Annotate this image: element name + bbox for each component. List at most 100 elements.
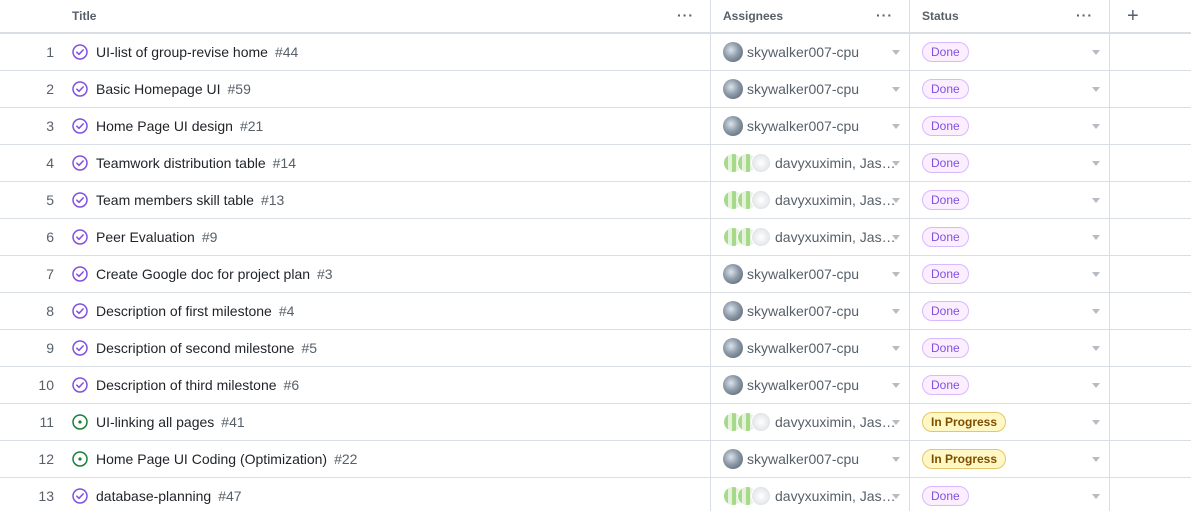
title-cell[interactable]: Home Page UI Coding (Optimization) #22: [70, 441, 711, 477]
status-cell[interactable]: Done: [910, 108, 1110, 144]
issue-number[interactable]: #5: [301, 340, 317, 356]
title-cell[interactable]: Home Page UI design #21: [70, 108, 711, 144]
chevron-down-icon[interactable]: [892, 494, 900, 499]
table-row[interactable]: 4 Teamwork distribution table #14 davyxuxim…: [0, 145, 1191, 182]
plus-icon[interactable]: +: [1110, 5, 1191, 28]
assignees-cell[interactable]: davyxuximin, Jases...: [711, 182, 910, 218]
chevron-down-icon[interactable]: [1092, 457, 1100, 462]
chevron-down-icon[interactable]: [1092, 50, 1100, 55]
assignees-cell[interactable]: skywalker007-cpu: [711, 367, 910, 403]
issue-title-link[interactable]: Description of third milestone: [96, 377, 277, 393]
chevron-down-icon[interactable]: [892, 198, 900, 203]
issue-number[interactable]: #14: [273, 155, 296, 171]
title-cell[interactable]: UI-linking all pages #41: [70, 404, 711, 440]
title-cell[interactable]: Description of first milestone #4: [70, 293, 711, 329]
table-row[interactable]: 5 Team members skill table #13 davyxuximin,…: [0, 182, 1191, 219]
table-row[interactable]: 10 Description of third milestone #6 skywal…: [0, 367, 1191, 404]
assignees-column-menu-icon[interactable]: ···: [876, 8, 893, 22]
status-cell[interactable]: Done: [910, 478, 1110, 511]
assignees-cell[interactable]: davyxuximin, Jases...: [711, 145, 910, 181]
table-row[interactable]: 13 database-planning #47 davyxuximin, Jases…: [0, 478, 1191, 511]
chevron-down-icon[interactable]: [1092, 346, 1100, 351]
status-cell[interactable]: Done: [910, 71, 1110, 107]
table-row[interactable]: 11 UI-linking all pages #41 davyxuximin, Ja…: [0, 404, 1191, 441]
issue-number[interactable]: #9: [202, 229, 218, 245]
title-cell[interactable]: UI-list of group-revise home #44: [70, 34, 711, 70]
table-row[interactable]: 1 UI-list of group-revise home #44 skywalke…: [0, 34, 1191, 71]
issue-title-link[interactable]: UI-list of group-revise home: [96, 44, 268, 60]
status-cell[interactable]: Done: [910, 256, 1110, 292]
assignees-cell[interactable]: skywalker007-cpu: [711, 330, 910, 366]
title-cell[interactable]: Description of second milestone #5: [70, 330, 711, 366]
status-cell[interactable]: Done: [910, 34, 1110, 70]
chevron-down-icon[interactable]: [1092, 494, 1100, 499]
issue-number[interactable]: #59: [228, 81, 251, 97]
chevron-down-icon[interactable]: [1092, 272, 1100, 277]
chevron-down-icon[interactable]: [892, 50, 900, 55]
assignees-cell[interactable]: skywalker007-cpu: [711, 108, 910, 144]
assignees-cell[interactable]: skywalker007-cpu: [711, 71, 910, 107]
issue-title-link[interactable]: Teamwork distribution table: [96, 155, 266, 171]
assignees-cell[interactable]: skywalker007-cpu: [711, 34, 910, 70]
title-column-menu-icon[interactable]: ···: [677, 8, 694, 22]
title-cell[interactable]: Basic Homepage UI #59: [70, 71, 711, 107]
issue-number[interactable]: #3: [317, 266, 333, 282]
issue-number[interactable]: #13: [261, 192, 284, 208]
issue-number[interactable]: #22: [334, 451, 357, 467]
issue-title-link[interactable]: Peer Evaluation: [96, 229, 195, 245]
issue-number[interactable]: #6: [284, 377, 300, 393]
issue-number[interactable]: #47: [218, 488, 241, 504]
issue-title-link[interactable]: Description of second milestone: [96, 340, 294, 356]
status-cell[interactable]: In Progress: [910, 441, 1110, 477]
issue-title-link[interactable]: Team members skill table: [96, 192, 254, 208]
status-cell[interactable]: Done: [910, 219, 1110, 255]
status-column-menu-icon[interactable]: ···: [1076, 8, 1093, 22]
status-cell[interactable]: Done: [910, 367, 1110, 403]
issue-title-link[interactable]: Home Page UI Coding (Optimization): [96, 451, 327, 467]
table-row[interactable]: 8 Description of first milestone #4 skywalk…: [0, 293, 1191, 330]
assignees-cell[interactable]: davyxuximin, Jases...: [711, 478, 910, 511]
assignees-cell[interactable]: skywalker007-cpu: [711, 293, 910, 329]
chevron-down-icon[interactable]: [892, 309, 900, 314]
chevron-down-icon[interactable]: [892, 87, 900, 92]
table-row[interactable]: 12 Home Page UI Coding (Optimization) #22 s…: [0, 441, 1191, 478]
assignees-cell[interactable]: davyxuximin, Jases...: [711, 404, 910, 440]
chevron-down-icon[interactable]: [892, 457, 900, 462]
assignees-column-header[interactable]: Assignees ···: [711, 0, 910, 32]
issue-title-link[interactable]: Basic Homepage UI: [96, 81, 221, 97]
status-cell[interactable]: Done: [910, 330, 1110, 366]
chevron-down-icon[interactable]: [892, 161, 900, 166]
chevron-down-icon[interactable]: [1092, 124, 1100, 129]
issue-number[interactable]: #44: [275, 44, 298, 60]
issue-number[interactable]: #4: [279, 303, 295, 319]
status-cell[interactable]: In Progress: [910, 404, 1110, 440]
table-row[interactable]: 3 Home Page UI design #21 skywalker007-cpu D…: [0, 108, 1191, 145]
status-cell[interactable]: Done: [910, 293, 1110, 329]
table-row[interactable]: 7 Create Google doc for project plan #3 sky…: [0, 256, 1191, 293]
chevron-down-icon[interactable]: [1092, 87, 1100, 92]
table-row[interactable]: 6 Peer Evaluation #9 davyxuximin, Jases... D…: [0, 219, 1191, 256]
chevron-down-icon[interactable]: [892, 235, 900, 240]
chevron-down-icon[interactable]: [892, 346, 900, 351]
issue-title-link[interactable]: Description of first milestone: [96, 303, 272, 319]
chevron-down-icon[interactable]: [892, 272, 900, 277]
add-column-button[interactable]: +: [1110, 0, 1191, 32]
title-cell[interactable]: Description of third milestone #6: [70, 367, 711, 403]
chevron-down-icon[interactable]: [1092, 161, 1100, 166]
issue-number[interactable]: #21: [240, 118, 263, 134]
title-column-header[interactable]: Title ···: [70, 0, 711, 32]
assignees-cell[interactable]: skywalker007-cpu: [711, 441, 910, 477]
title-cell[interactable]: Teamwork distribution table #14: [70, 145, 711, 181]
assignees-cell[interactable]: skywalker007-cpu: [711, 256, 910, 292]
issue-title-link[interactable]: Home Page UI design: [96, 118, 233, 134]
issue-number[interactable]: #41: [221, 414, 244, 430]
status-cell[interactable]: Done: [910, 182, 1110, 218]
issue-title-link[interactable]: UI-linking all pages: [96, 414, 214, 430]
chevron-down-icon[interactable]: [1092, 235, 1100, 240]
chevron-down-icon[interactable]: [1092, 383, 1100, 388]
chevron-down-icon[interactable]: [892, 383, 900, 388]
title-cell[interactable]: Create Google doc for project plan #3: [70, 256, 711, 292]
table-row[interactable]: 9 Description of second milestone #5 skywal…: [0, 330, 1191, 367]
title-cell[interactable]: Team members skill table #13: [70, 182, 711, 218]
chevron-down-icon[interactable]: [892, 420, 900, 425]
